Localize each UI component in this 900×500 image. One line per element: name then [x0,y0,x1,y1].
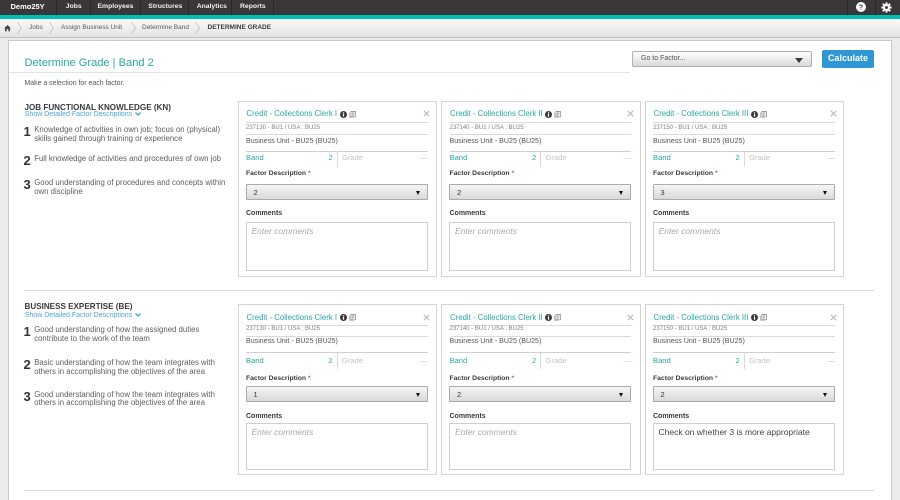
svg-text:?: ? [859,5,863,12]
